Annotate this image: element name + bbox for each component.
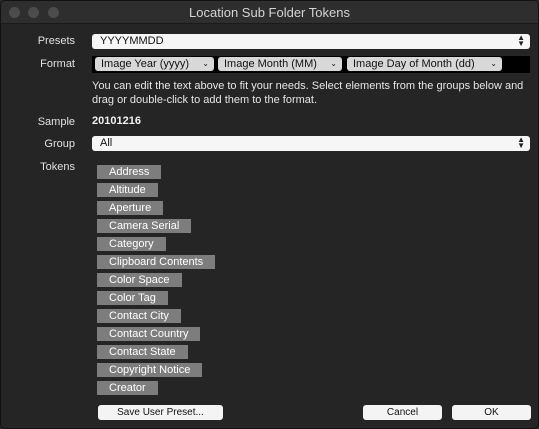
ok-button[interactable]: OK xyxy=(452,405,531,420)
tokens-label: Tokens xyxy=(40,161,75,173)
format-field[interactable]: Image Year (yyyy) ⌄ Image Month (MM) ⌄ I… xyxy=(92,56,530,73)
token-color-tag[interactable]: Color Tag xyxy=(97,291,168,305)
group-label: Group xyxy=(44,138,75,150)
token-aperture[interactable]: Aperture xyxy=(97,201,164,215)
token-altitude[interactable]: Altitude xyxy=(97,183,158,197)
help-text: You can edit the text above to fit your … xyxy=(92,80,524,106)
group-value: All xyxy=(100,137,113,149)
format-token-day[interactable]: Image Day of Month (dd) ⌄ xyxy=(347,57,502,71)
token-contact-city[interactable]: Contact City xyxy=(97,309,181,323)
token-copyright-notice[interactable]: Copyright Notice xyxy=(97,363,203,377)
sample-label: Sample xyxy=(37,116,75,128)
token-address[interactable]: Address xyxy=(97,165,162,179)
format-label: Format xyxy=(40,58,75,70)
token-color-space[interactable]: Color Space xyxy=(97,273,182,287)
presets-value: YYYYMMDD xyxy=(100,35,164,47)
token-creator[interactable]: Creator xyxy=(97,381,158,395)
token-contact-country[interactable]: Contact Country xyxy=(97,327,201,341)
save-user-preset-button[interactable]: Save User Preset... xyxy=(98,405,223,420)
title-bar: Location Sub Folder Tokens xyxy=(1,1,538,24)
token-category[interactable]: Category xyxy=(97,237,166,251)
token-contact-state[interactable]: Contact State xyxy=(97,345,188,359)
cancel-button[interactable]: Cancel xyxy=(363,405,442,420)
presets-label: Presets xyxy=(37,35,75,47)
window-title: Location Sub Folder Tokens xyxy=(189,5,350,20)
dialog-window: Location Sub Folder Tokens Presets YYYYM… xyxy=(0,0,539,429)
format-token-label: Image Year (yyyy) xyxy=(101,58,190,70)
presets-popup[interactable]: YYYYMMDD ▲ ▼ xyxy=(92,34,530,49)
updown-arrows-icon: ▲ ▼ xyxy=(517,33,525,48)
chevron-down-icon: ⌄ xyxy=(490,59,497,68)
group-popup[interactable]: All ▲ ▼ xyxy=(92,136,530,151)
updown-arrows-icon: ▲ ▼ xyxy=(517,135,525,150)
chevron-down-icon: ⌄ xyxy=(202,59,209,68)
format-token-year[interactable]: Image Year (yyyy) ⌄ xyxy=(95,57,214,71)
format-token-label: Image Month (MM) xyxy=(224,58,317,70)
format-token-month[interactable]: Image Month (MM) ⌄ xyxy=(218,57,342,71)
chevron-down-icon: ⌄ xyxy=(330,59,337,68)
sample-value: 20101216 xyxy=(92,115,141,127)
token-camera-serial[interactable]: Camera Serial xyxy=(97,219,192,233)
format-token-label: Image Day of Month (dd) xyxy=(353,58,475,70)
token-clipboard-contents[interactable]: Clipboard Contents xyxy=(97,255,216,269)
